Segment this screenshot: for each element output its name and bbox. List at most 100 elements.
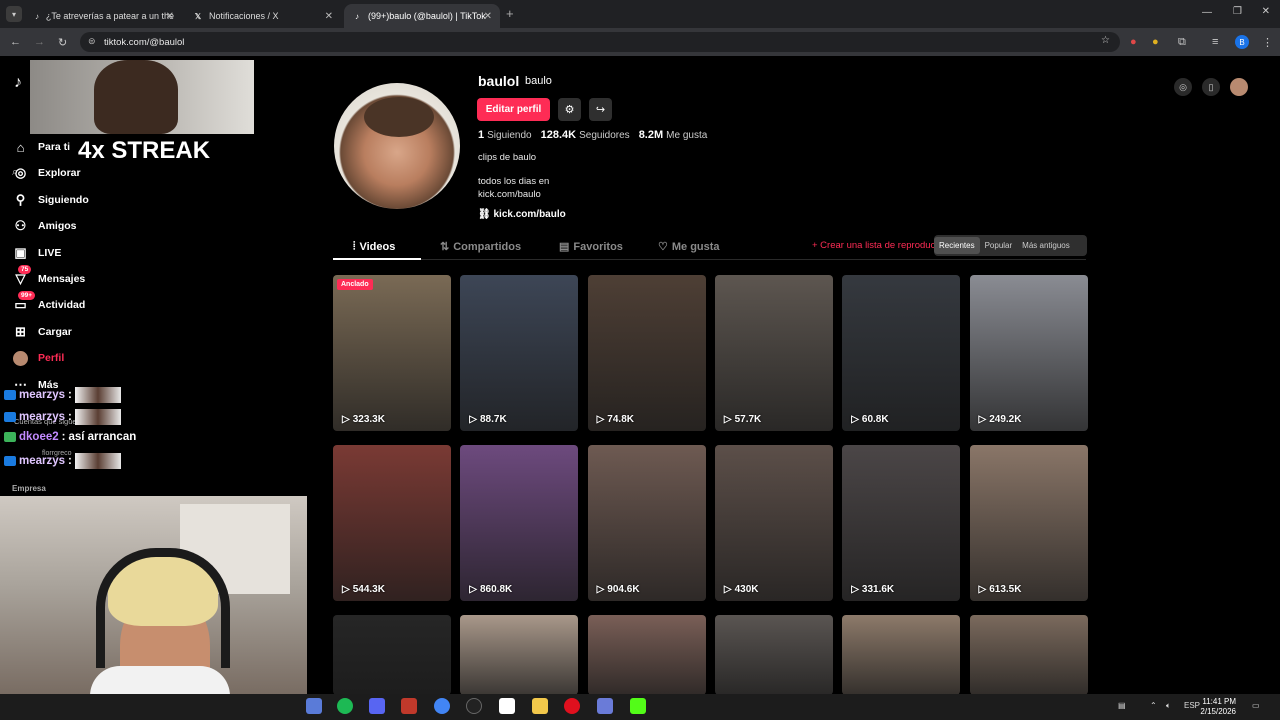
close-icon[interactable]: ✕ xyxy=(484,11,492,22)
browser-tab-1[interactable]: ♪ ¿Te atreverías a patear a un the ✕ xyxy=(26,4,182,28)
video-card[interactable]: ▷ 613.5K xyxy=(969,445,1088,601)
create-playlist-link[interactable]: + Crear una lista de reproducción xyxy=(812,240,953,251)
chrome-icon[interactable] xyxy=(434,698,450,714)
media-icon[interactable]: ≡ xyxy=(1212,36,1218,48)
volume-icon[interactable]: 🔈︎ xyxy=(1166,701,1171,711)
video-card[interactable]: ▷ 904.6K xyxy=(587,445,706,601)
play-icon: ▷ xyxy=(851,414,859,425)
sidebar-item-perfil[interactable]: Perfil xyxy=(12,348,64,368)
profile-bio: todos los dias en xyxy=(478,176,550,187)
new-tab-icon[interactable]: + xyxy=(506,6,514,21)
profile-avatar[interactable] xyxy=(334,83,460,209)
video-card[interactable]: ▷ 60.8K xyxy=(842,275,961,431)
video-card[interactable]: ▷ 430K xyxy=(714,445,833,601)
sort-recientes[interactable]: Recientes xyxy=(934,237,980,254)
discord-icon[interactable] xyxy=(369,698,385,714)
streamer-cam-overlay xyxy=(30,60,254,134)
video-card[interactable]: ▷ 331.6K xyxy=(842,445,961,601)
sidebar-item-live[interactable]: ▣ LIVE xyxy=(12,243,61,263)
streak-overlay-text: 4x STREAK xyxy=(78,137,211,164)
tab-favoritos[interactable]: ▤ Favoritos xyxy=(559,240,623,254)
share-icon[interactable]: ↪ xyxy=(589,98,612,121)
sidebar-item-siguiendo[interactable]: ⚲ Siguiendo xyxy=(12,190,89,210)
message-badge: 75 xyxy=(18,264,32,274)
folder-icon[interactable] xyxy=(532,698,548,714)
company-link[interactable]: Empresa xyxy=(12,484,46,493)
video-card[interactable]: ▷ 88.7K xyxy=(460,275,579,431)
close-icon[interactable]: ✕ xyxy=(166,11,174,22)
view-count: ▷ 904.6K xyxy=(597,584,640,595)
window-close-icon[interactable]: ✕ xyxy=(1262,6,1270,17)
obs-icon[interactable] xyxy=(466,698,482,714)
tab-me-gusta[interactable]: ♡ Me gusta xyxy=(658,240,720,254)
profile-link[interactable]: ⛓ kick.com/baulo xyxy=(478,209,566,220)
profile-avatar-icon[interactable]: B xyxy=(1235,35,1249,49)
sidebar-item-cargar[interactable]: ⊞ Cargar xyxy=(12,322,72,342)
tiktok-logo[interactable]: ♪ xyxy=(14,74,22,92)
tiktok-app-icon[interactable] xyxy=(499,698,515,714)
app-icon[interactable] xyxy=(306,698,322,714)
video-card[interactable] xyxy=(842,615,961,695)
video-card[interactable]: ▷ 57.7K xyxy=(714,275,833,431)
sidebar-item-para-ti[interactable]: ⌂ Para ti xyxy=(12,137,71,157)
tab-compartidos[interactable]: ⇅ Compartidos xyxy=(440,240,521,254)
video-card[interactable] xyxy=(969,615,1088,695)
sidebar-item-actividad[interactable]: ▭ 99+ Actividad xyxy=(12,290,85,315)
app-icon[interactable] xyxy=(401,698,417,714)
sort-popular[interactable]: Popular xyxy=(980,237,1018,254)
video-card[interactable]: ▷ 860.8K xyxy=(460,445,579,601)
minimize-icon[interactable]: — xyxy=(1202,7,1212,18)
restore-icon[interactable]: ❐ xyxy=(1233,6,1242,17)
edit-profile-button[interactable]: Editar perfil xyxy=(477,98,550,121)
forward-icon[interactable]: → xyxy=(34,36,45,48)
followers-stat[interactable]: 128.4K Seguidores xyxy=(541,129,630,141)
extension-icon[interactable]: ● xyxy=(1130,36,1137,48)
url-field[interactable]: ⊜ tiktok.com/@baulol ☆ xyxy=(80,32,1120,52)
opera-icon[interactable] xyxy=(564,698,580,714)
video-card[interactable] xyxy=(460,615,579,695)
sidebar-item-explorar[interactable]: ◎ Explorar xyxy=(12,163,81,183)
tab-videos[interactable]: ⦙ Videos xyxy=(353,240,395,253)
spotify-icon[interactable] xyxy=(337,698,353,714)
browser-tab-2[interactable]: 𝕏 Notificaciones / X ✕ xyxy=(185,4,341,28)
extension-icon[interactable]: ● xyxy=(1152,36,1159,48)
settings-icon[interactable]: ⚙ xyxy=(558,98,581,121)
phone-icon[interactable]: ▯ xyxy=(1202,78,1220,96)
video-card[interactable]: ▷ 249.2K xyxy=(969,275,1088,431)
close-icon[interactable]: ✕ xyxy=(325,11,333,22)
sidebar-item-amigos[interactable]: ⚇ Amigos xyxy=(12,216,77,236)
clock[interactable]: 11:41 PM 2/15/2026 xyxy=(1200,697,1236,717)
reload-icon[interactable]: ↻ xyxy=(58,36,67,49)
app-icon[interactable] xyxy=(597,698,613,714)
extensions-icon[interactable]: ⧉ xyxy=(1178,36,1186,49)
back-icon[interactable]: ← xyxy=(10,36,21,48)
bookmark-star-icon[interactable]: ☆ xyxy=(1101,35,1110,46)
menu-dots-icon[interactable]: ⋮ xyxy=(1262,36,1273,49)
chat-text: así arrancan xyxy=(68,431,137,443)
message-icon: ▽ 75 xyxy=(12,264,32,288)
video-card[interactable]: ▷ 544.3K xyxy=(333,445,451,601)
tab-search-button[interactable]: ▾ xyxy=(6,6,22,22)
view-count-text: 904.6K xyxy=(607,584,640,595)
video-card[interactable]: Anclado ▷ 323.3K xyxy=(333,275,451,431)
avatar[interactable] xyxy=(1230,78,1248,96)
site-info-icon[interactable]: ⊜ xyxy=(88,36,96,47)
sidebar-item-mensajes[interactable]: ▽ 75 Mensajes xyxy=(12,264,85,289)
browser-tab-3[interactable]: ♪ (99+)baulo (@baulol) | TikTok ✕ xyxy=(344,4,500,28)
video-card[interactable]: ▷ 74.8K xyxy=(587,275,706,431)
notification-icon[interactable]: ▭ xyxy=(1252,701,1260,710)
chevron-up-icon[interactable]: ⌃ xyxy=(1150,701,1157,710)
kick-icon[interactable] xyxy=(630,698,646,714)
sort-mas-antiguos[interactable]: Más antiguos xyxy=(1017,237,1075,254)
tray-icon[interactable]: ▤ xyxy=(1118,701,1126,710)
video-card[interactable] xyxy=(714,615,833,695)
compass-icon[interactable]: ◎ xyxy=(1174,78,1192,96)
sidebar-item-label: Explorar xyxy=(38,167,81,179)
following-stat[interactable]: 1 Siguiendo xyxy=(478,129,532,141)
view-count-text: 323.3K xyxy=(352,414,385,425)
video-card[interactable] xyxy=(587,615,706,695)
play-icon: ▷ xyxy=(723,414,732,425)
language-indicator[interactable]: ESP xyxy=(1184,701,1200,710)
video-card[interactable] xyxy=(333,615,451,695)
view-count: ▷ 331.6K xyxy=(851,584,894,595)
